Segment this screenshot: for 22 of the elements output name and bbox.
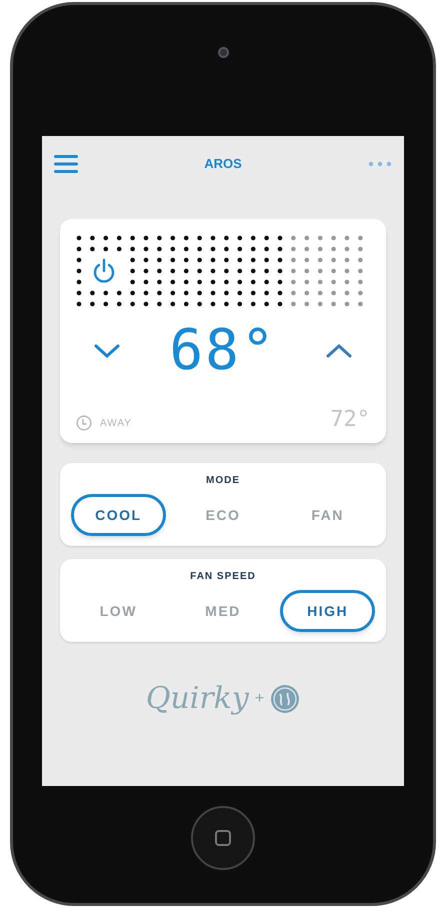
section-title: FAN SPEED bbox=[190, 570, 256, 584]
clock-icon[interactable] bbox=[76, 415, 92, 431]
room-temperature: 72° bbox=[330, 409, 370, 431]
option-button[interactable]: FAN bbox=[280, 494, 376, 536]
menu-icon[interactable] bbox=[54, 154, 78, 174]
monogram-logo-icon bbox=[270, 684, 300, 714]
brand-logo-text: Quirky bbox=[146, 680, 249, 718]
option-button[interactable]: MED bbox=[175, 590, 270, 632]
option-button[interactable]: LOW bbox=[70, 590, 166, 632]
app-title: AROS bbox=[204, 154, 242, 173]
option-button[interactable]: ECO bbox=[175, 494, 270, 536]
logo-separator: + bbox=[254, 688, 264, 708]
chevron-down-icon[interactable] bbox=[94, 344, 120, 358]
away-label: AWAY bbox=[100, 416, 132, 430]
chevron-up-icon[interactable] bbox=[326, 344, 352, 358]
section-title: MODE bbox=[206, 474, 240, 488]
square-icon bbox=[215, 830, 231, 846]
camera-icon bbox=[218, 47, 228, 58]
option-button[interactable]: COOL bbox=[70, 494, 166, 536]
option-button[interactable]: HIGH bbox=[280, 590, 376, 632]
set-temperature: 68° bbox=[169, 323, 277, 379]
power-icon[interactable] bbox=[92, 258, 116, 284]
